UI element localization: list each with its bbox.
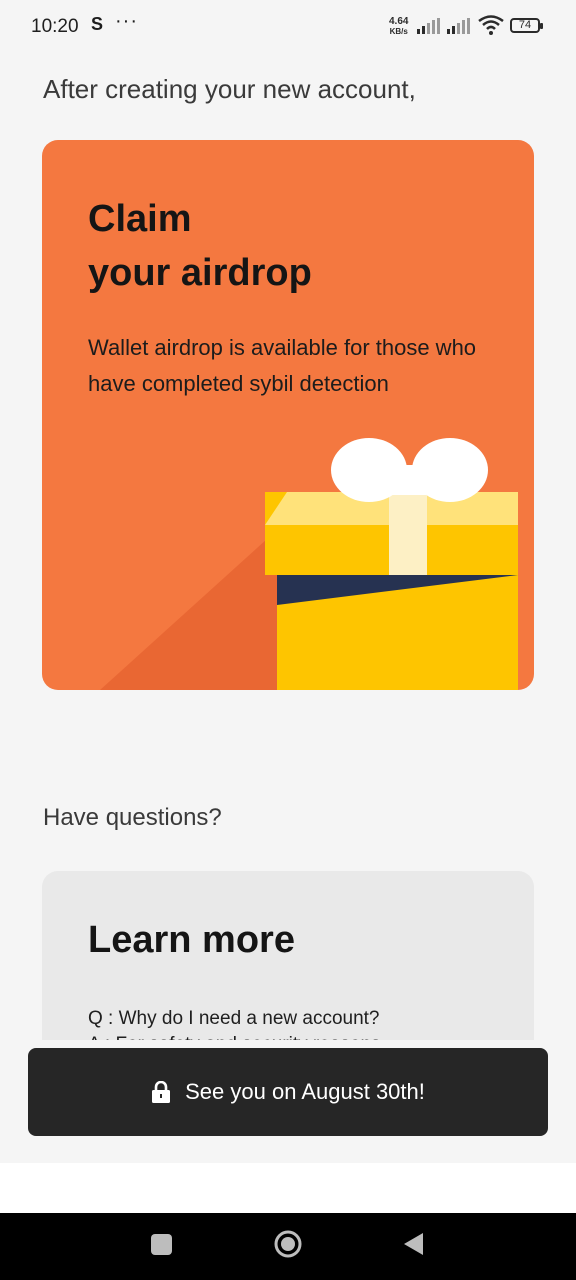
faq-question: Q : Why do I need a new account? <box>88 1008 380 1029</box>
network-speed: 4.64 KB/s <box>389 16 409 37</box>
status-bar: 10:20 S ··· 4.64 KB/s 74 <box>0 0 576 56</box>
questions-label: Have questions? <box>43 804 222 831</box>
home-circle-icon[interactable] <box>274 1230 302 1258</box>
airdrop-description: Wallet airdrop is available for those wh… <box>88 335 477 396</box>
see-you-button[interactable]: See you on August 30th! <box>28 1048 548 1136</box>
signal-icon <box>447 18 470 34</box>
intro-text: After creating your new account, <box>43 74 416 104</box>
bottom-spacer <box>0 1163 576 1213</box>
battery-icon: 74 <box>510 18 543 33</box>
airdrop-card[interactable]: Claim your airdrop Wallet airdrop is ava… <box>42 140 534 690</box>
signal-icon <box>417 18 440 34</box>
lock-icon <box>152 1081 171 1103</box>
status-time: 10:20 <box>31 16 79 37</box>
recents-square-icon[interactable] <box>151 1234 172 1255</box>
wifi-icon <box>478 15 504 35</box>
s-app-icon: S <box>91 14 104 34</box>
see-you-label: See you on August 30th! <box>185 1079 425 1104</box>
more-notifications-icon: ··· <box>115 10 138 32</box>
back-triangle-icon[interactable] <box>403 1232 425 1256</box>
learn-more-title: Learn more <box>88 919 295 961</box>
airdrop-title: Claim your airdrop <box>88 198 312 294</box>
